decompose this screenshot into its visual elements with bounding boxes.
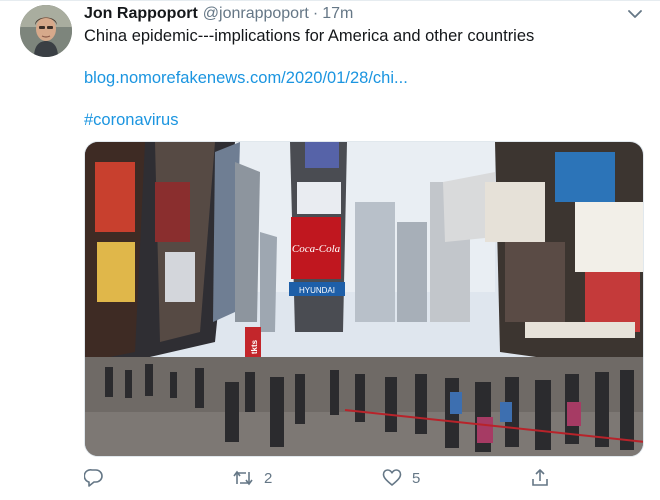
like-button[interactable]: 5 (382, 465, 420, 491)
times-square-photo: Coca-Cola HYUNDAI tkts (85, 142, 643, 456)
like-count: 5 (412, 469, 421, 487)
timestamp[interactable]: 17m (322, 5, 353, 23)
tweet-text: China epidemic---implications for Americ… (84, 27, 535, 45)
tweet[interactable]: Jon Rappoport @jonrappoport · 17m China … (0, 0, 660, 500)
share-icon (532, 469, 548, 486)
retweet-button[interactable]: 2 (232, 465, 272, 491)
display-name[interactable]: Jon Rappoport (84, 5, 198, 23)
tkts-sign: tkts (250, 339, 259, 354)
tweet-media-image[interactable]: Coca-Cola HYUNDAI tkts (84, 141, 644, 457)
retweet-icon (233, 470, 253, 486)
tweet-link[interactable]: blog.nomorefakenews.com/2020/01/28/chi..… (84, 69, 408, 88)
chevron-down-icon[interactable] (627, 7, 643, 19)
billboard-hyundai: HYUNDAI (299, 286, 335, 295)
tweet-actions: 2 5 (84, 463, 644, 493)
user-handle[interactable]: @jonrappoport (203, 5, 309, 23)
billboard-coca-cola: Coca-Cola (292, 243, 341, 255)
reply-button[interactable] (84, 465, 114, 491)
heart-icon (382, 469, 402, 486)
hashtag-link[interactable]: #coronavirus (84, 111, 178, 130)
separator-dot: · (312, 5, 319, 22)
avatar-image (20, 5, 72, 57)
avatar[interactable] (20, 5, 72, 57)
retweet-count: 2 (264, 469, 273, 487)
tweet-header: Jon Rappoport @jonrappoport · 17m (84, 4, 353, 24)
share-button[interactable] (530, 465, 550, 491)
reply-icon (84, 469, 103, 487)
